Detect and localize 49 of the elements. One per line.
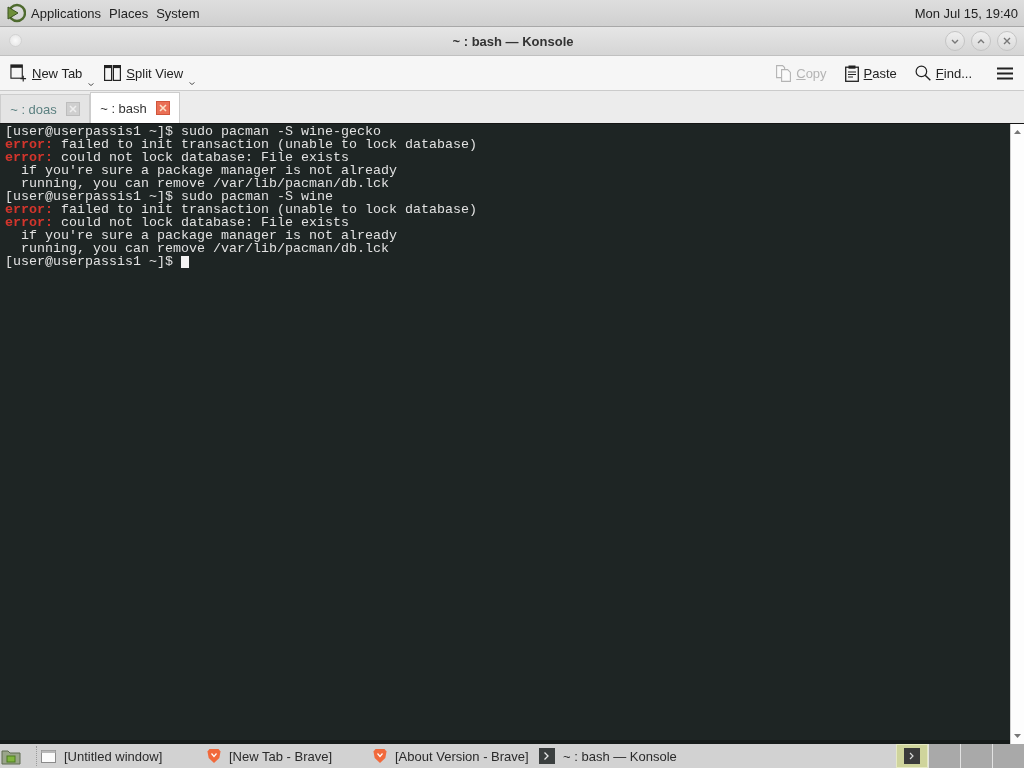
new-tab-button[interactable]: New Tab	[5, 60, 100, 86]
folder-icon[interactable]	[1, 747, 21, 765]
window-plus-icon	[10, 64, 27, 82]
tab[interactable]: ~ : doas	[0, 94, 90, 123]
taskbar-button[interactable]: ~ : bash — Konsole	[535, 745, 701, 767]
taskbar-button[interactable]: [New Tab - Brave]	[203, 745, 369, 767]
paste-button[interactable]: Paste	[839, 60, 902, 86]
close-icon	[1003, 37, 1011, 45]
terminal-line: if you're sure a package manager is not already	[21, 164, 397, 177]
terminal-line: [user@userpassis1 ~]$	[5, 255, 173, 268]
split-panes-icon	[104, 65, 122, 81]
minimize-button[interactable]	[945, 31, 965, 51]
maximize-button[interactable]	[971, 31, 991, 51]
logo-icon	[6, 3, 26, 23]
close-button[interactable]	[997, 31, 1017, 51]
taskbar-button[interactable]: [About Version - Brave]	[369, 745, 535, 767]
terminal-window-icon	[904, 748, 920, 764]
tab[interactable]: ~ : bash	[90, 92, 180, 123]
chevron-up-icon	[977, 38, 985, 44]
terminal-line: [user@userpassis1 ~]$ sudo pacman -S wine	[5, 190, 333, 203]
terminal-line: [user@userpassis1 ~]$ sudo pacman -S wine-gecko	[5, 125, 381, 138]
terminal-line: error: could not lock database: File exists	[5, 216, 349, 229]
workspace-button[interactable]	[896, 744, 928, 768]
window-menu-button[interactable]	[9, 33, 22, 47]
search-icon	[914, 65, 931, 81]
terminal-line: error: failed to init transaction (unable to lock database)	[5, 203, 477, 216]
clock: Mon Jul 15, 19:40	[914, 5, 1018, 21]
scrollbar[interactable]	[1010, 124, 1024, 744]
window-icon	[41, 749, 56, 763]
split-view-button[interactable]: Split View	[99, 61, 201, 85]
shield-icon	[373, 748, 387, 764]
menu-icon	[997, 66, 1013, 80]
terminal-line: if you're sure a package manager is not already	[21, 229, 397, 242]
taskbar-button[interactable]: [Untitled window]	[37, 745, 203, 767]
close-icon[interactable]	[155, 101, 170, 115]
terminal-line: running, you can remove /var/lib/pacman/db.lck	[21, 177, 389, 190]
terminal-line: running, you can remove /var/lib/pacman/db.lck	[21, 242, 389, 255]
window-title: ~ : bash — Konsole	[452, 33, 574, 49]
shield-icon	[207, 748, 221, 764]
chevron-down-icon	[951, 38, 959, 44]
terminal-line: error: failed to init transaction (unable to lock database)	[5, 138, 477, 151]
find-button[interactable]: Find...	[909, 61, 977, 85]
terminal-line: error: could not lock database: File exists	[5, 151, 349, 164]
panel-menu[interactable]: Applications	[27, 3, 106, 23]
terminal-icon	[539, 748, 555, 764]
copy-icon	[776, 64, 792, 82]
clipboard-icon	[844, 64, 859, 82]
panel-menu[interactable]: Places	[105, 3, 153, 23]
panel-menu[interactable]: System	[152, 3, 204, 23]
